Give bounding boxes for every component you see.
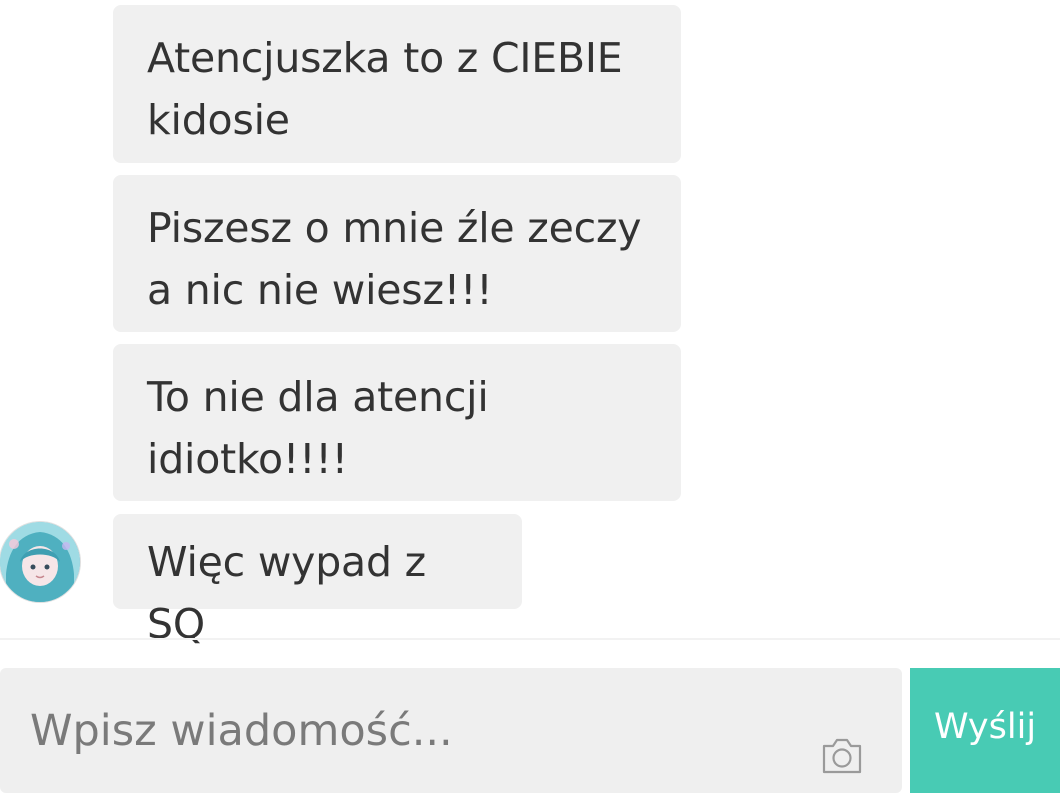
message-thread: Atencjuszka to z CIEBIE kidosie Piszesz …	[0, 0, 1060, 648]
avatar-image	[0, 522, 80, 602]
message-bubble: Piszesz o mnie źle zeczy a nic nie wiesz…	[113, 175, 681, 332]
message-text: Atencjuszka to z CIEBIE kidosie	[147, 34, 623, 144]
message-bubble: Atencjuszka to z CIEBIE kidosie	[113, 5, 681, 163]
message-text: Piszesz o mnie źle zeczy a nic nie wiesz…	[147, 204, 642, 314]
message-text: Więc wypad z SQ	[147, 538, 426, 648]
avatar[interactable]	[0, 522, 80, 602]
message-bubble: To nie dla atencji idiotko!!!!	[113, 344, 681, 501]
message-bubble: Więc wypad z SQ	[113, 514, 522, 648]
send-button[interactable]: Wyślij	[910, 668, 1060, 793]
message-text: To nie dla atencji idiotko!!!!	[147, 373, 489, 483]
message-input[interactable]	[0, 668, 800, 793]
composer	[0, 668, 902, 793]
composer-divider	[0, 638, 1060, 640]
camera-icon[interactable]	[820, 736, 864, 776]
